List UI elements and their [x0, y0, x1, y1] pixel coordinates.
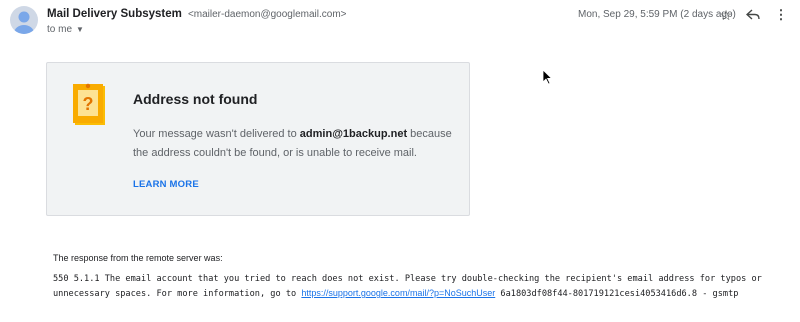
learn-more-link[interactable]: LEARN MORE: [133, 179, 199, 190]
recipients-toggle[interactable]: to me ▼: [47, 24, 347, 35]
support-link[interactable]: https://support.google.com/mail/?p=NoSuc…: [301, 288, 495, 298]
card-message: Your message wasn't delivered to admin@1…: [133, 125, 463, 163]
response-code: 6a1803df08f44-801719121cesi4053416d6.8 -…: [500, 289, 739, 299]
more-vert-icon[interactable]: ⋮: [773, 7, 789, 23]
sender-name[interactable]: Mail Delivery Subsystem: [47, 8, 182, 20]
card-title: Address not found: [133, 91, 258, 107]
mouse-pointer-icon: [542, 69, 552, 85]
to-label: to me: [47, 24, 73, 35]
message-date: Mon, Sep 29, 5:59 PM (2 days ago): [578, 9, 736, 20]
recipient-address: admin@1backup.net: [299, 128, 408, 140]
sender-email: <mailer-daemon@googlemail.com>: [187, 9, 347, 20]
star-icon[interactable]: ☆: [718, 7, 734, 23]
person-icon: [14, 11, 34, 34]
avatar[interactable]: [10, 6, 38, 34]
svg-text:?: ?: [83, 94, 94, 114]
chevron-down-icon[interactable]: ▼: [76, 25, 84, 34]
reply-icon[interactable]: [745, 7, 761, 23]
sender-block: Mail Delivery Subsystem <mailer-daemon@g…: [47, 8, 347, 35]
message-prefix: Your message wasn't delivered to: [133, 128, 297, 140]
question-document-icon: ?: [73, 83, 105, 125]
response-label: The response from the remote server was:: [53, 253, 223, 263]
response-body: 550 5.1.1 The email account that you tri…: [53, 272, 783, 301]
bounce-card: ? Address not found Your message wasn't …: [46, 62, 470, 216]
